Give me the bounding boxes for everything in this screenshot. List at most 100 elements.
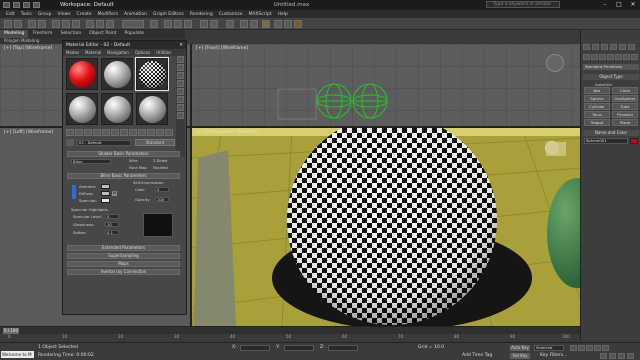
material-slot-6[interactable] xyxy=(136,93,168,125)
shapes-icon[interactable] xyxy=(591,54,598,60)
pyramid-button[interactable]: Pyramid xyxy=(612,111,638,118)
video-color-check-icon[interactable] xyxy=(177,88,184,95)
viewcube-icon[interactable] xyxy=(546,54,564,72)
go-to-parent-icon[interactable] xyxy=(156,129,164,136)
me-menu-options[interactable]: Options xyxy=(132,49,153,56)
track-bar[interactable]: 0 10 20 30 40 50 60 70 80 90 100 xyxy=(0,334,580,342)
go-to-end-icon[interactable] xyxy=(602,345,609,351)
go-forward-sibling-icon[interactable] xyxy=(165,129,173,136)
eyedropper-icon[interactable] xyxy=(66,139,74,146)
object-name-field[interactable]: Sphere001 xyxy=(584,138,628,144)
helpers-icon[interactable] xyxy=(615,54,622,60)
menu-help[interactable]: Help xyxy=(278,12,288,17)
select-object-icon[interactable] xyxy=(52,20,60,28)
minimize-button[interactable]: – xyxy=(598,0,612,10)
menu-animation[interactable]: Animation xyxy=(124,12,147,17)
me-menu-modes[interactable]: Modes xyxy=(63,49,82,56)
redo-icon[interactable] xyxy=(14,20,22,28)
material-slot-4[interactable] xyxy=(66,93,98,125)
opacity-value[interactable]: 100 xyxy=(155,197,169,202)
set-key-button[interactable]: Set Key xyxy=(510,353,530,359)
put-to-library-icon[interactable] xyxy=(120,129,128,136)
schematic-icon[interactable] xyxy=(250,20,258,28)
assign-to-selection-icon[interactable] xyxy=(84,129,92,136)
motion-tab-icon[interactable] xyxy=(610,44,617,50)
key-filters-button[interactable]: Key Filters... xyxy=(540,353,567,358)
render-teapot-icon[interactable] xyxy=(294,20,302,28)
key-mode-dropdown[interactable]: Selected xyxy=(534,345,564,351)
move-icon[interactable] xyxy=(86,20,94,28)
pan-icon[interactable] xyxy=(618,353,625,359)
make-preview-icon[interactable] xyxy=(177,96,184,103)
material-name-field[interactable]: 02 - Default xyxy=(77,140,131,146)
layer-icon[interactable] xyxy=(226,20,234,28)
cameras-icon[interactable] xyxy=(607,54,614,60)
me-menu-utilities[interactable]: Utilities xyxy=(153,49,174,56)
torus-button[interactable]: Torus xyxy=(584,111,610,118)
menu-modifiers[interactable]: Modifiers xyxy=(98,12,119,17)
spacewarps-icon[interactable] xyxy=(623,54,630,60)
material-editor-close-icon[interactable]: ✕ xyxy=(179,43,183,48)
go-to-start-icon[interactable] xyxy=(570,345,577,351)
snap-icon[interactable] xyxy=(164,20,172,28)
make-copy-icon[interactable] xyxy=(102,129,110,136)
lights-icon[interactable] xyxy=(599,54,606,60)
tab-selection[interactable]: Selection xyxy=(57,30,86,38)
lock-ambient-diffuse-icon[interactable] xyxy=(72,185,76,199)
material-slot-1[interactable] xyxy=(66,58,98,90)
diffuse-swatch[interactable] xyxy=(101,191,110,196)
material-editor-icon[interactable] xyxy=(262,20,270,28)
viewport-label-perspective[interactable]: [+] [Perspective] [Realistic] xyxy=(196,130,258,135)
play-icon[interactable] xyxy=(586,345,593,351)
save-file-icon[interactable] xyxy=(33,2,40,8)
reference-coordinate-dropdown[interactable] xyxy=(122,20,144,28)
hierarchy-tab-icon[interactable] xyxy=(601,44,608,50)
shader-dropdown[interactable]: Blinn xyxy=(71,159,111,164)
align-icon[interactable] xyxy=(210,20,218,28)
wire-checkbox[interactable]: Wire xyxy=(129,158,138,163)
faceted-checkbox[interactable]: Faceted xyxy=(153,165,168,170)
open-file-icon[interactable] xyxy=(23,2,30,8)
ambient-swatch[interactable] xyxy=(101,184,110,189)
diffuse-map-button[interactable]: M xyxy=(112,191,117,196)
rotate-icon[interactable] xyxy=(96,20,104,28)
workspace-title[interactable]: Workspace: Default xyxy=(60,2,114,8)
menu-views[interactable]: Views xyxy=(58,12,71,17)
show-map-icon[interactable] xyxy=(138,129,146,136)
x-field[interactable] xyxy=(240,345,270,351)
tab-populate[interactable]: Populate xyxy=(121,30,149,38)
select-by-name-icon[interactable] xyxy=(62,20,70,28)
tab-object-paint[interactable]: Object Paint xyxy=(85,30,120,38)
make-unique-icon[interactable] xyxy=(111,129,119,136)
curve-editor-icon[interactable] xyxy=(240,20,248,28)
material-slot-5[interactable] xyxy=(101,93,133,125)
options-icon[interactable] xyxy=(177,104,184,111)
rollout-blinn-basic[interactable]: Blinn Basic Parameters xyxy=(67,173,180,179)
material-type-button[interactable]: Standard xyxy=(135,139,175,146)
previous-frame-icon[interactable] xyxy=(578,345,585,351)
box-button[interactable]: Box xyxy=(584,87,610,94)
undo-icon[interactable] xyxy=(4,20,12,28)
me-menu-navigation[interactable]: Navigation xyxy=(104,49,132,56)
material-editor-window[interactable]: Material Editor - 02 - Default ✕ Modes M… xyxy=(62,40,187,315)
cylinder-button[interactable]: Cylinder xyxy=(584,103,610,110)
link-icon[interactable] xyxy=(28,20,36,28)
z-field[interactable] xyxy=(328,345,358,351)
search-input[interactable]: Type a keyword or phrase xyxy=(486,1,560,8)
rollout-maps[interactable]: Maps xyxy=(67,261,180,267)
select-by-material-icon[interactable] xyxy=(177,112,184,119)
rollout-mental-ray[interactable]: mental ray Connection xyxy=(67,269,180,275)
cone-button[interactable]: Cone xyxy=(612,87,638,94)
teapot-button[interactable]: Teapot xyxy=(584,119,610,126)
geometry-icon[interactable] xyxy=(583,54,590,60)
pivot-icon[interactable] xyxy=(150,20,158,28)
material-slot-3[interactable] xyxy=(135,57,169,91)
object-color-swatch[interactable] xyxy=(630,138,638,144)
glossiness-field[interactable]: 10 xyxy=(105,222,119,227)
face-map-checkbox[interactable]: Face Map xyxy=(129,165,147,170)
modify-tab-icon[interactable] xyxy=(592,44,599,50)
backlight-icon[interactable] xyxy=(177,64,184,71)
render-setup-icon[interactable] xyxy=(274,20,282,28)
tab-freeform[interactable]: Freeform xyxy=(28,30,56,38)
y-field[interactable] xyxy=(284,345,314,351)
